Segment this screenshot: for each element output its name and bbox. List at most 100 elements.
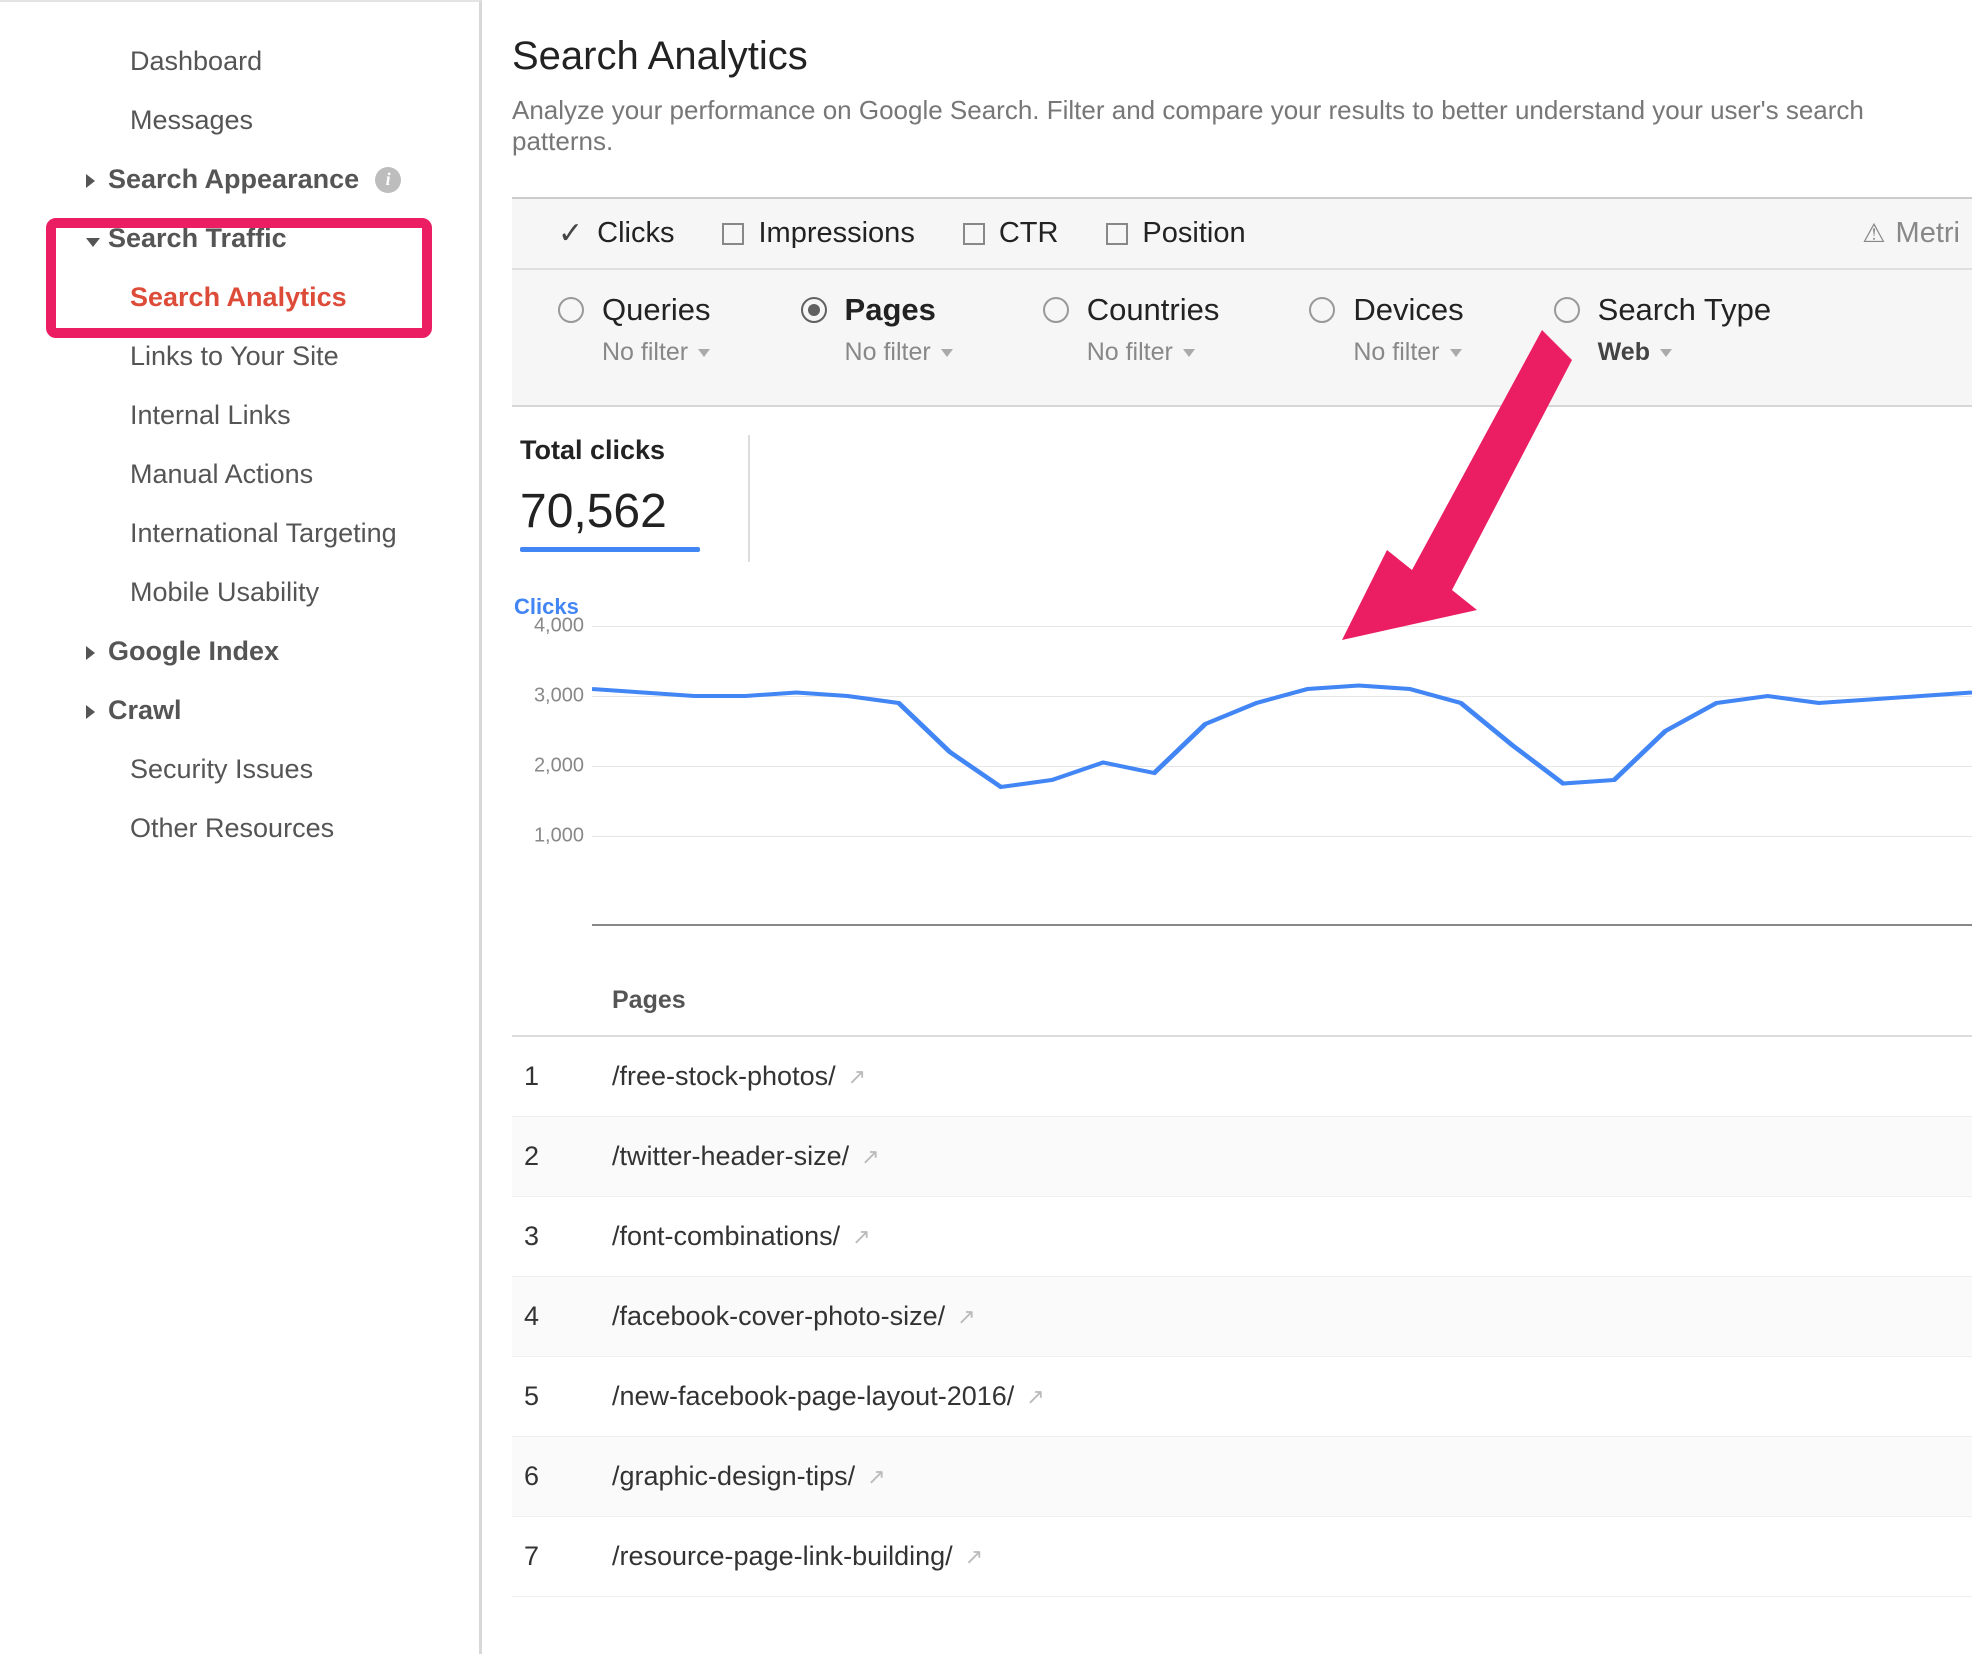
nav-search-traffic[interactable]: Search Traffic	[0, 209, 479, 268]
caret-down-icon	[698, 349, 710, 357]
metrics-bar: ✓ Clicks Impressions CTR Position ⚠ Metr…	[512, 197, 1972, 270]
dim-title: Pages	[845, 292, 936, 328]
table-col-pages: Pages	[612, 986, 1972, 1015]
totals-row: Total clicks 70,562	[512, 407, 1972, 566]
caret-right-icon	[86, 705, 95, 719]
table-row[interactable]: 2/twitter-header-size/↗	[512, 1117, 1972, 1197]
nav-internal-links[interactable]: Internal Links	[0, 386, 479, 445]
row-page[interactable]: /twitter-header-size/↗	[612, 1141, 1972, 1172]
total-label: Total clicks	[520, 435, 700, 466]
info-icon[interactable]: i	[375, 167, 401, 193]
dim-countries[interactable]: Countries No filter	[1043, 292, 1220, 367]
nav-search-analytics[interactable]: Search Analytics	[0, 268, 479, 327]
nav-security-issues[interactable]: Security Issues	[0, 740, 479, 799]
nav-links-to-site[interactable]: Links to Your Site	[0, 327, 479, 386]
nav-google-index[interactable]: Google Index	[0, 622, 479, 681]
nav-mobile-usability[interactable]: Mobile Usability	[0, 563, 479, 622]
dim-filter[interactable]: Web	[1598, 338, 1771, 367]
y-axis-tick: 4,000	[512, 615, 584, 638]
caret-down-icon	[1660, 349, 1672, 357]
y-axis-tick: 3,000	[512, 685, 584, 708]
dim-filter[interactable]: No filter	[1087, 338, 1220, 367]
total-underline	[520, 547, 700, 552]
nav-search-appearance[interactable]: Search Appearance i	[0, 150, 479, 209]
nav-other-resources[interactable]: Other Resources	[0, 799, 479, 858]
nav-label: Internal Links	[130, 400, 291, 431]
total-clicks-block: Total clicks 70,562	[520, 435, 750, 562]
caret-right-icon	[86, 174, 95, 188]
row-page[interactable]: /free-stock-photos/↗	[612, 1061, 1972, 1092]
nav-label: International Targeting	[130, 518, 397, 549]
nav-crawl[interactable]: Crawl	[0, 681, 479, 740]
nav-label: Manual Actions	[130, 459, 313, 490]
table-row[interactable]: 7/resource-page-link-building/↗	[512, 1517, 1972, 1597]
radio-selected-icon	[801, 297, 827, 323]
row-page[interactable]: /resource-page-link-building/↗	[612, 1541, 1972, 1572]
radio-icon	[1043, 297, 1069, 323]
row-page[interactable]: /font-combinations/↗	[612, 1221, 1972, 1252]
dim-filter[interactable]: No filter	[1353, 338, 1463, 367]
external-link-icon[interactable]: ↗	[861, 1144, 879, 1170]
external-link-icon[interactable]: ↗	[957, 1304, 975, 1330]
metric-clicks[interactable]: ✓ Clicks	[558, 217, 674, 250]
dim-filter[interactable]: No filter	[845, 338, 953, 367]
radio-icon	[1554, 297, 1580, 323]
checkmark-icon: ✓	[558, 223, 583, 245]
nav-dashboard[interactable]: Dashboard	[0, 32, 479, 91]
nav-label: Search Appearance	[108, 164, 359, 195]
metric-label: Impressions	[758, 217, 914, 250]
nav-label: Mobile Usability	[130, 577, 319, 608]
dim-title: Queries	[602, 292, 711, 328]
metrics-warning[interactable]: ⚠ Metri	[1862, 217, 1960, 250]
row-page[interactable]: /new-facebook-page-layout-2016/↗	[612, 1381, 1972, 1412]
table-row[interactable]: 1/free-stock-photos/↗	[512, 1037, 1972, 1117]
caret-down-icon	[1450, 349, 1462, 357]
nav-label: Crawl	[108, 695, 182, 726]
external-link-icon[interactable]: ↗	[848, 1064, 866, 1090]
page-subtitle: Analyze your performance on Google Searc…	[512, 95, 1972, 157]
nav-label: Search Analytics	[130, 282, 347, 313]
chart: 1,0002,0003,0004,000	[512, 626, 1972, 926]
nav-manual-actions[interactable]: Manual Actions	[0, 445, 479, 504]
dim-queries[interactable]: Queries No filter	[558, 292, 711, 367]
y-axis-tick: 1,000	[512, 825, 584, 848]
row-page[interactable]: /graphic-design-tips/↗	[612, 1461, 1972, 1492]
dim-pages[interactable]: Pages No filter	[801, 292, 953, 367]
metric-ctr[interactable]: CTR	[963, 217, 1059, 250]
dim-devices[interactable]: Devices No filter	[1309, 292, 1463, 367]
dim-title: Countries	[1087, 292, 1220, 328]
table-row[interactable]: 4/facebook-cover-photo-size/↗	[512, 1277, 1972, 1357]
row-number: 2	[512, 1141, 612, 1172]
table-body: 1/free-stock-photos/↗2/twitter-header-si…	[512, 1037, 1972, 1597]
table-row[interactable]: 6/graphic-design-tips/↗	[512, 1437, 1972, 1517]
nav-messages[interactable]: Messages	[0, 91, 479, 150]
metric-position[interactable]: Position	[1106, 217, 1245, 250]
external-link-icon[interactable]: ↗	[1026, 1384, 1044, 1410]
nav-label: Links to Your Site	[130, 341, 339, 372]
row-number: 1	[512, 1061, 612, 1092]
nav-intl-targeting[interactable]: International Targeting	[0, 504, 479, 563]
table-row[interactable]: 5/new-facebook-page-layout-2016/↗	[512, 1357, 1972, 1437]
external-link-icon[interactable]: ↗	[965, 1544, 983, 1570]
row-number: 4	[512, 1301, 612, 1332]
dim-filter[interactable]: No filter	[602, 338, 711, 367]
caret-down-icon	[86, 238, 100, 247]
warning-icon: ⚠	[1862, 218, 1885, 249]
metric-impressions[interactable]: Impressions	[722, 217, 914, 250]
y-axis-tick: 2,000	[512, 755, 584, 778]
chart-line	[592, 626, 1972, 906]
row-number: 5	[512, 1381, 612, 1412]
checkbox-icon	[1106, 223, 1128, 245]
radio-icon	[1309, 297, 1335, 323]
nav-label: Dashboard	[130, 46, 262, 77]
chart-axis-line	[592, 924, 1972, 926]
row-page[interactable]: /facebook-cover-photo-size/↗	[612, 1301, 1972, 1332]
dim-search-type[interactable]: Search Type Web	[1554, 292, 1771, 367]
table-row[interactable]: 3/font-combinations/↗	[512, 1197, 1972, 1277]
external-link-icon[interactable]: ↗	[867, 1464, 885, 1490]
dimensions-bar: Queries No filter Pages No filter Countr…	[512, 270, 1972, 407]
external-link-icon[interactable]: ↗	[852, 1224, 870, 1250]
nav-label: Other Resources	[130, 813, 334, 844]
nav-label: Search Traffic	[108, 223, 287, 254]
metric-label: Position	[1142, 217, 1245, 250]
